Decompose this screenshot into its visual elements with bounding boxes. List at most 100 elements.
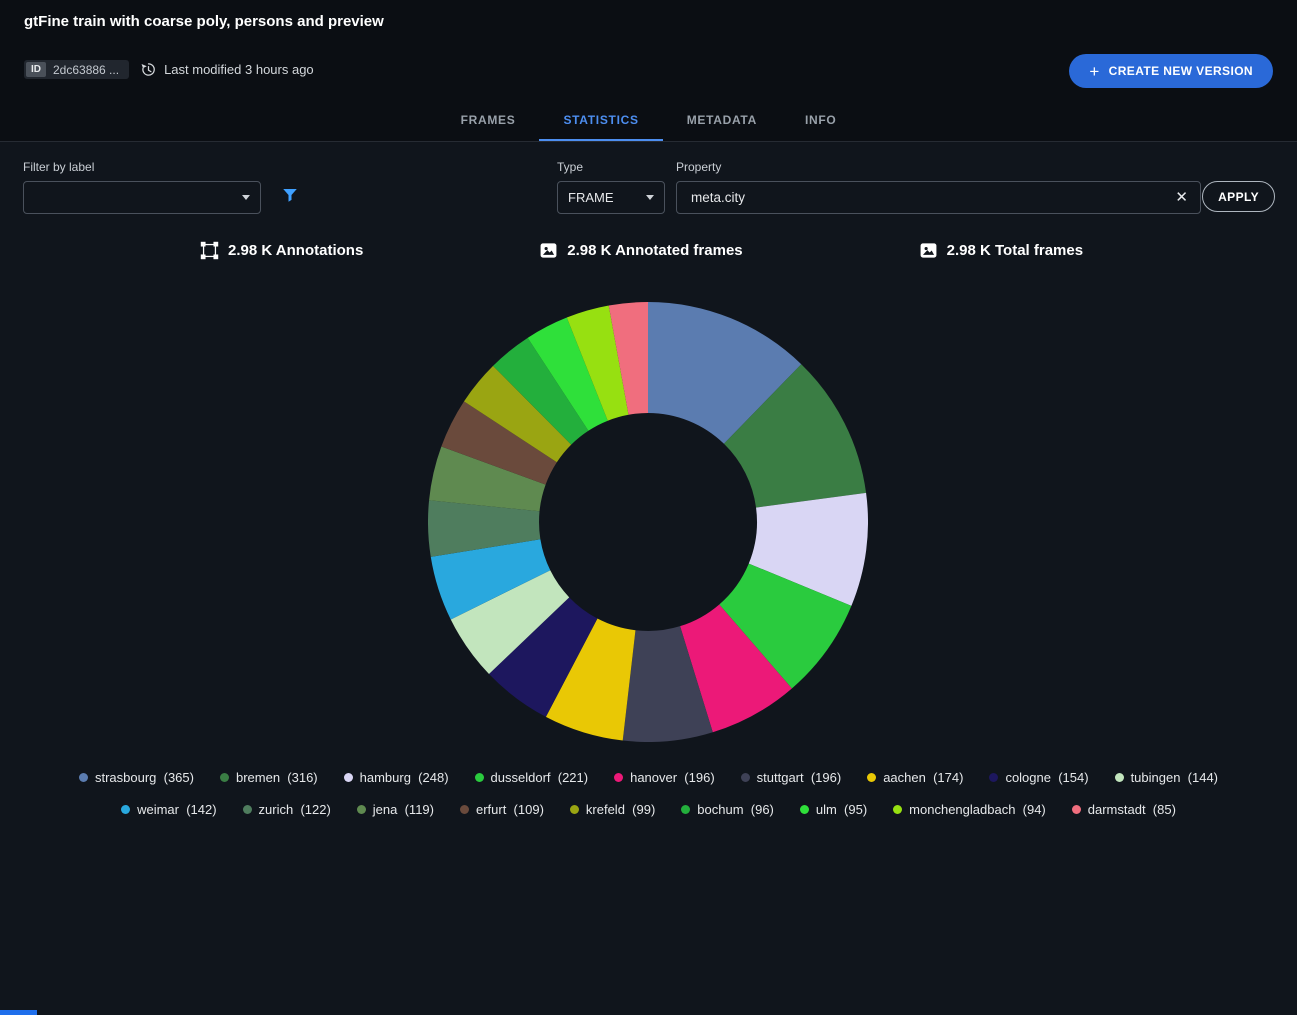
legend-dot [357, 805, 366, 814]
legend-item-krefeld[interactable]: krefeld (99) [570, 802, 655, 817]
tab-info[interactable]: INFO [781, 99, 860, 141]
legend-item-monchengladbach[interactable]: monchengladbach (94) [893, 802, 1046, 817]
type-select[interactable]: FRAME [557, 181, 665, 214]
chart-legend: strasbourg (365) bremen (316) hamburg (248… [0, 770, 1297, 817]
legend-label: ulm (95) [816, 802, 867, 817]
annotations-icon [200, 241, 219, 260]
legend-dot [121, 805, 130, 814]
type-label: Type [557, 160, 665, 174]
legend-dot [893, 805, 902, 814]
stat-item: 2.98 K Annotated frames [539, 241, 742, 260]
donut-chart-wrap [428, 302, 868, 742]
legend-item-erfurt[interactable]: erfurt (109) [460, 802, 544, 817]
page-title: gtFine train with coarse poly, persons a… [24, 13, 384, 30]
filter-funnel-icon[interactable] [281, 186, 299, 209]
legend-item-bremen[interactable]: bremen (316) [220, 770, 318, 785]
legend-dot [800, 805, 809, 814]
legend-row: strasbourg (365) bremen (316) hamburg (248… [0, 770, 1297, 785]
legend-label: hanover (196) [630, 770, 715, 785]
create-new-version-label: CREATE NEW VERSION [1109, 64, 1253, 78]
last-modified: Last modified 3 hours ago [140, 61, 314, 78]
legend-item-hanover[interactable]: hanover (196) [614, 770, 715, 785]
legend-dot [989, 773, 998, 782]
legend-dot [1115, 773, 1124, 782]
legend-item-dusseldorf[interactable]: dusseldorf (221) [475, 770, 589, 785]
legend-dot [243, 805, 252, 814]
legend-dot [220, 773, 229, 782]
legend-item-tubingen[interactable]: tubingen (144) [1115, 770, 1218, 785]
property-field: Property ✕ [676, 160, 1201, 214]
legend-dot [475, 773, 484, 782]
type-select-value: FRAME [568, 190, 614, 205]
label-filter-select[interactable] [23, 181, 261, 214]
tab-frames[interactable]: FRAMES [437, 99, 540, 141]
donut-chart [428, 302, 868, 742]
stat-text: 2.98 K Total frames [947, 242, 1083, 259]
legend-item-weimar[interactable]: weimar (142) [121, 802, 216, 817]
legend-label: bremen (316) [236, 770, 318, 785]
tab-statistics[interactable]: STATISTICS [539, 99, 662, 141]
legend-label: erfurt (109) [476, 802, 544, 817]
stat-text: 2.98 K Annotated frames [567, 242, 742, 259]
frames-icon [539, 241, 558, 260]
meta-row: ID 2dc63886 ... Last modified 3 hours ag… [24, 60, 314, 79]
legend-item-zurich[interactable]: zurich (122) [243, 802, 331, 817]
dataset-id-chip[interactable]: ID 2dc63886 ... [24, 60, 129, 79]
tab-bar: FRAMESSTATISTICSMETADATAINFO [0, 99, 1297, 141]
legend-label: tubingen (144) [1131, 770, 1218, 785]
legend-label: monchengladbach (94) [909, 802, 1046, 817]
legend-dot [614, 773, 623, 782]
legend-dot [460, 805, 469, 814]
filter-by-label-label: Filter by label [23, 160, 261, 174]
stats-row: 2.98 K Annotations 2.98 K Annotated frame… [200, 241, 1083, 260]
property-input-wrap: ✕ [676, 181, 1201, 214]
legend-row: weimar (142) zurich (122) jena (119) erfurt… [0, 802, 1297, 817]
legend-item-darmstadt[interactable]: darmstadt (85) [1072, 802, 1176, 817]
chevron-down-icon [242, 195, 250, 200]
create-new-version-button[interactable]: + CREATE NEW VERSION [1069, 54, 1273, 88]
last-modified-text: Last modified 3 hours ago [164, 62, 314, 77]
legend-label: jena (119) [373, 802, 434, 817]
legend-dot [867, 773, 876, 782]
legend-label: strasbourg (365) [95, 770, 194, 785]
apply-button[interactable]: APPLY [1202, 181, 1275, 212]
legend-item-hamburg[interactable]: hamburg (248) [344, 770, 449, 785]
stat-item: 2.98 K Total frames [919, 241, 1083, 260]
legend-item-stuttgart[interactable]: stuttgart (196) [741, 770, 842, 785]
bottom-accent-bar [0, 1010, 37, 1015]
legend-dot [79, 773, 88, 782]
stat-text: 2.98 K Annotations [228, 242, 363, 259]
legend-label: aachen (174) [883, 770, 963, 785]
property-input[interactable] [689, 189, 1167, 206]
legend-label: krefeld (99) [586, 802, 655, 817]
legend-item-jena[interactable]: jena (119) [357, 802, 434, 817]
chevron-down-icon [646, 195, 654, 200]
legend-item-strasbourg[interactable]: strasbourg (365) [79, 770, 194, 785]
history-icon [140, 61, 157, 78]
stat-item: 2.98 K Annotations [200, 241, 363, 260]
legend-label: cologne (154) [1005, 770, 1088, 785]
dataset-id-value: 2dc63886 ... [46, 63, 127, 77]
legend-label: hamburg (248) [360, 770, 449, 785]
legend-dot [1072, 805, 1081, 814]
legend-dot [570, 805, 579, 814]
dataset-statistics-page: gtFine train with coarse poly, persons a… [0, 0, 1297, 1015]
legend-label: dusseldorf (221) [491, 770, 589, 785]
legend-label: darmstadt (85) [1088, 802, 1176, 817]
legend-item-ulm[interactable]: ulm (95) [800, 802, 867, 817]
legend-dot [344, 773, 353, 782]
legend-dot [741, 773, 750, 782]
label-filter-field: Filter by label [23, 160, 261, 214]
type-field: Type FRAME [557, 160, 665, 214]
legend-item-cologne[interactable]: cologne (154) [989, 770, 1088, 785]
tab-metadata[interactable]: METADATA [663, 99, 781, 141]
legend-item-aachen[interactable]: aachen (174) [867, 770, 963, 785]
legend-label: stuttgart (196) [757, 770, 842, 785]
clear-icon[interactable]: ✕ [1167, 190, 1188, 205]
plus-icon: + [1089, 63, 1099, 80]
id-tag: ID [26, 62, 46, 77]
legend-item-bochum[interactable]: bochum (96) [681, 802, 774, 817]
legend-label: weimar (142) [137, 802, 216, 817]
legend-label: zurich (122) [259, 802, 331, 817]
legend-dot [681, 805, 690, 814]
